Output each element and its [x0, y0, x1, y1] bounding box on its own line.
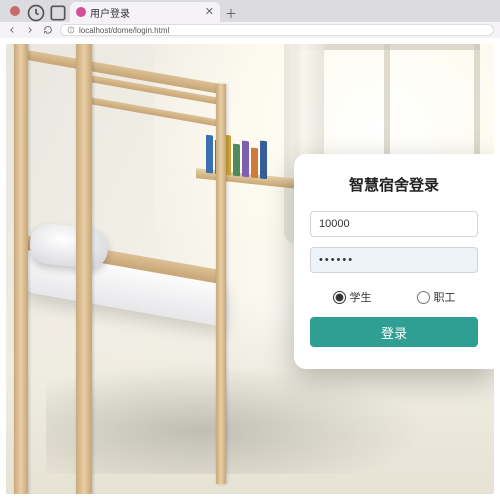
role-staff-label: 职工: [434, 289, 456, 305]
login-button[interactable]: 登录: [310, 317, 478, 347]
url-text: localhost/dome/login.html: [79, 26, 169, 35]
bed-post: [216, 84, 226, 484]
tab-title: 用户登录: [90, 5, 201, 20]
role-radio-group: 学生 职工: [310, 289, 478, 305]
back-button[interactable]: [6, 24, 18, 36]
background-scene: 智慧宿舍登录 学生 职工 登录: [6, 44, 494, 494]
login-button-label: 登录: [381, 326, 407, 341]
login-card: 智慧宿舍登录 学生 职工 登录: [294, 154, 494, 369]
bed-post: [14, 44, 28, 494]
window-control-icon[interactable]: [10, 6, 20, 16]
browser-chrome: 用户登录 ✕ ＋ localhost/dome/login.html: [0, 0, 500, 38]
site-info-icon: [67, 26, 75, 34]
username-input[interactable]: [310, 211, 478, 237]
tab-favicon-icon: [76, 7, 86, 17]
role-staff-option[interactable]: 职工: [417, 289, 456, 305]
forward-button[interactable]: [24, 24, 36, 36]
history-icon[interactable]: [26, 4, 46, 22]
role-staff-radio[interactable]: [417, 291, 430, 304]
address-bar: localhost/dome/login.html: [0, 22, 500, 38]
role-student-label: 学生: [350, 289, 372, 305]
floor-shadow: [46, 364, 426, 474]
reload-button[interactable]: [42, 24, 54, 36]
login-title: 智慧宿舍登录: [310, 174, 478, 195]
bookmarks-icon[interactable]: [48, 4, 68, 22]
role-student-radio[interactable]: [333, 291, 346, 304]
bed-post: [76, 44, 92, 494]
role-student-option[interactable]: 学生: [333, 289, 372, 305]
tab-strip: 用户登录 ✕ ＋: [0, 0, 500, 22]
browser-tab[interactable]: 用户登录 ✕: [70, 2, 220, 22]
page-viewport: 智慧宿舍登录 学生 职工 登录: [0, 38, 500, 500]
password-input[interactable]: [310, 247, 478, 273]
new-tab-button[interactable]: ＋: [222, 4, 240, 22]
tab-close-icon[interactable]: ✕: [205, 7, 214, 18]
url-input[interactable]: localhost/dome/login.html: [60, 24, 494, 36]
